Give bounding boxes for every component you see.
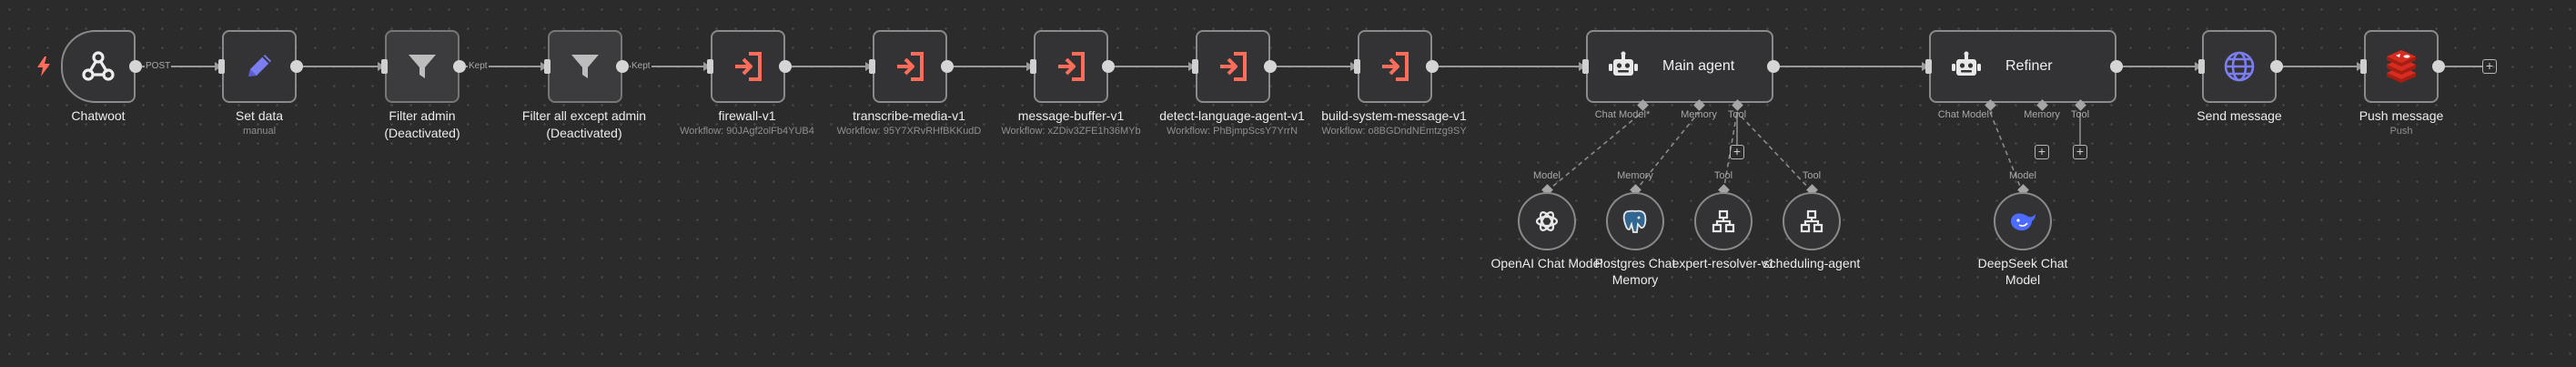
main-agent-handle-chat-model: Chat Model* bbox=[1594, 109, 1651, 120]
globe-icon bbox=[2224, 51, 2255, 82]
main-agent-input-port[interactable] bbox=[1582, 59, 1589, 74]
refiner-node[interactable]: Refiner bbox=[1929, 30, 2116, 103]
postgres-chat-memory-node[interactable] bbox=[1606, 192, 1664, 250]
push-message-sublabel: Push bbox=[2389, 126, 2413, 137]
chatwoot-edge-label: POST bbox=[145, 61, 172, 71]
set-data-input-port[interactable] bbox=[218, 59, 225, 74]
execute-workflow-icon bbox=[1220, 52, 1247, 81]
push-message-label: Push message bbox=[2359, 108, 2444, 123]
push-output-port[interactable] bbox=[2432, 60, 2445, 73]
deepseek-handle-label: Model bbox=[2009, 170, 2036, 181]
detect-input-port[interactable] bbox=[1192, 59, 1198, 74]
openai-chat-model-node[interactable] bbox=[1518, 192, 1576, 250]
firewall-input-port[interactable] bbox=[707, 59, 713, 74]
deepseek-label: DeepSeek Chat Model bbox=[1977, 256, 2068, 287]
openai-handle-label: Model bbox=[1533, 170, 1561, 181]
openai-icon bbox=[1535, 211, 1559, 231]
detect-output-port[interactable] bbox=[1264, 60, 1277, 73]
message-buffer-node[interactable] bbox=[1034, 30, 1108, 103]
firewall-output-port[interactable] bbox=[779, 60, 792, 73]
transcribe-output-port[interactable] bbox=[941, 60, 954, 73]
sitemap-icon bbox=[1712, 209, 1735, 233]
build-output-port[interactable] bbox=[1426, 60, 1439, 73]
push-input-port[interactable] bbox=[2360, 59, 2367, 74]
filter-all-input-port[interactable] bbox=[544, 59, 551, 74]
filter-icon bbox=[571, 55, 599, 78]
robot-icon bbox=[1609, 51, 1638, 76]
expert-resolver-node[interactable] bbox=[1694, 192, 1753, 250]
chatwoot-output-port[interactable] bbox=[129, 60, 142, 73]
send-output-port[interactable] bbox=[2270, 60, 2283, 73]
redis-icon bbox=[2387, 50, 2416, 83]
filter-admin-node[interactable] bbox=[385, 30, 460, 103]
add-next-node-button[interactable]: + bbox=[2482, 59, 2497, 74]
transcribe-input-port[interactable] bbox=[869, 59, 875, 74]
refiner-add-memory-button[interactable]: + bbox=[2035, 145, 2049, 159]
chatwoot-node[interactable] bbox=[61, 30, 136, 103]
build-input-port[interactable] bbox=[1354, 59, 1360, 74]
refiner-add-tool-button[interactable]: + bbox=[2073, 145, 2087, 159]
filter-icon bbox=[409, 55, 436, 78]
trigger-lightning-icon bbox=[37, 56, 50, 76]
webhook-icon bbox=[82, 51, 115, 81]
expert-handle-label: Tool bbox=[1713, 170, 1733, 181]
refiner-output-port[interactable] bbox=[2110, 60, 2123, 73]
set-data-node[interactable] bbox=[222, 30, 297, 103]
build-system-message-node[interactable] bbox=[1358, 30, 1432, 103]
detect-language-node[interactable] bbox=[1196, 30, 1270, 103]
refiner-input-port[interactable] bbox=[1925, 59, 1932, 74]
filter-admin-input-port[interactable] bbox=[381, 59, 388, 74]
send-message-node[interactable] bbox=[2202, 30, 2277, 103]
execute-workflow-icon bbox=[1382, 52, 1409, 81]
scheduling-label: scheduling-agent bbox=[1763, 256, 1861, 270]
execute-workflow-icon bbox=[897, 52, 924, 81]
filter-all-edge-label: Kept bbox=[631, 61, 652, 71]
push-message-node[interactable] bbox=[2364, 30, 2439, 103]
main-agent-add-tool-button[interactable]: + bbox=[1730, 145, 1744, 159]
deepseek-whale-icon bbox=[2011, 213, 2036, 231]
main-agent-output-port[interactable] bbox=[1767, 60, 1780, 73]
filter-admin-edge-label: Kept bbox=[468, 61, 489, 71]
robot-icon bbox=[1952, 51, 1981, 76]
scheduling-agent-node[interactable] bbox=[1783, 192, 1841, 250]
send-input-port[interactable] bbox=[2198, 59, 2205, 74]
build-label: build-system-message-v1 bbox=[1321, 108, 1467, 123]
sitemap-icon bbox=[1800, 209, 1823, 233]
pencil-icon bbox=[248, 55, 271, 76]
main-agent-node[interactable]: Main agent bbox=[1586, 30, 1773, 103]
execute-workflow-icon bbox=[735, 52, 762, 81]
scheduling-handle-label: Tool bbox=[1802, 170, 1822, 181]
build-sublabel: Workflow: o8BGDndNEmtzg9SY bbox=[1321, 126, 1467, 137]
filter-admin-output-port[interactable] bbox=[453, 60, 466, 73]
postgres-elephant-icon bbox=[1622, 209, 1647, 233]
execute-workflow-icon bbox=[1058, 52, 1085, 81]
firewall-node[interactable] bbox=[711, 30, 785, 103]
buffer-output-port[interactable] bbox=[1102, 60, 1115, 73]
postgres-handle-label: Memory bbox=[1617, 170, 1653, 181]
deepseek-chat-model-node[interactable] bbox=[1994, 192, 2052, 250]
filter-all-except-admin-node[interactable] bbox=[548, 30, 622, 103]
filter-all-output-port[interactable] bbox=[616, 60, 629, 73]
main-agent-label: Main agent bbox=[1662, 58, 1735, 74]
workflow-canvas[interactable]: Chatwoot POST Set data manual Filter adm… bbox=[0, 0, 2576, 367]
refiner-label: Refiner bbox=[2005, 58, 2053, 74]
transcribe-media-node[interactable] bbox=[873, 30, 947, 103]
set-data-output-port[interactable] bbox=[290, 60, 303, 73]
refiner-handle-chat-model: Chat Model* bbox=[1937, 109, 1994, 120]
buffer-input-port[interactable] bbox=[1030, 59, 1036, 74]
